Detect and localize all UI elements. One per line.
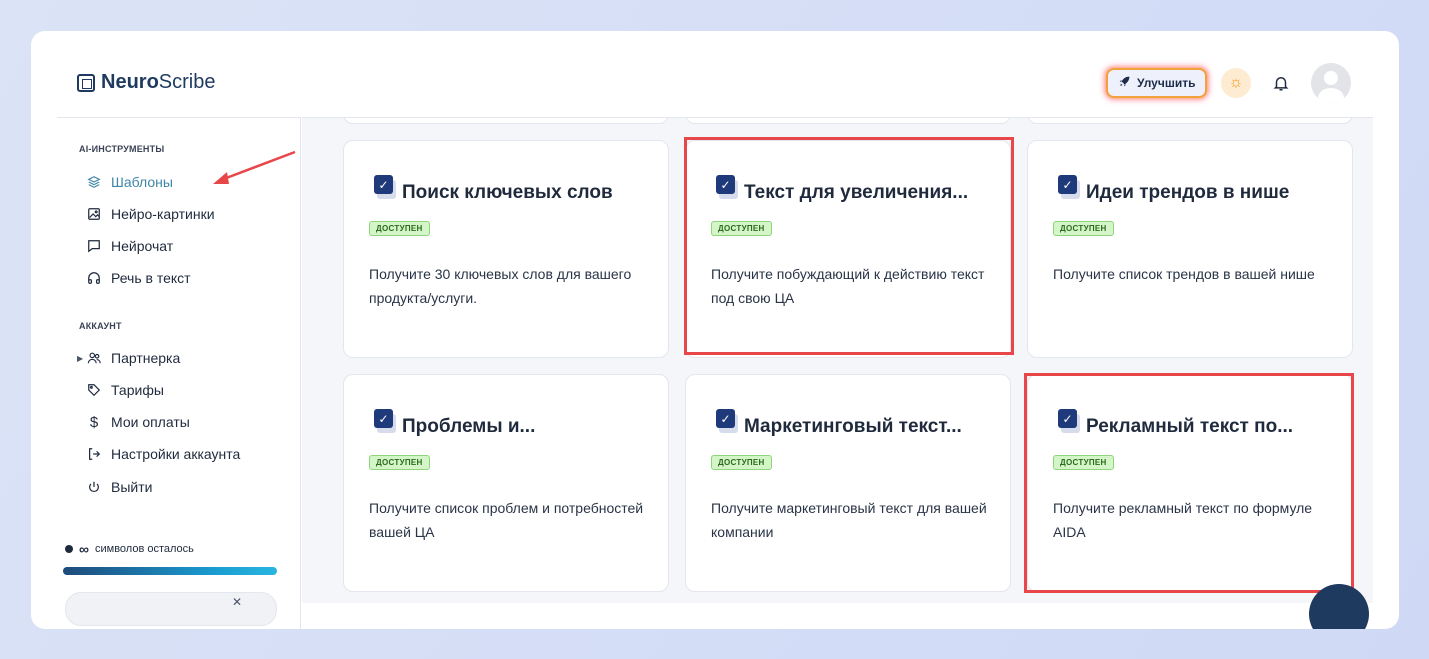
highlight-box: [684, 137, 1014, 355]
close-icon[interactable]: ✕: [232, 595, 242, 609]
sidebar-item-label: Партнерка: [111, 350, 181, 366]
power-icon: [87, 480, 101, 494]
notifications-button[interactable]: [1269, 71, 1293, 95]
card-stub: [685, 118, 1011, 124]
credits-indicator: ∞ символов осталось: [65, 541, 194, 557]
credits-text: символов осталось: [94, 543, 194, 555]
header: NeuroScribe Улучшить ☼: [31, 31, 1399, 117]
sidebar-item-templates[interactable]: Шаблоны: [87, 172, 173, 192]
sidebar-item-label: Мои оплаты: [111, 414, 190, 430]
card-description: Получите список трендов в вашей нише: [1053, 266, 1315, 282]
sidebar-item-label: Тарифы: [111, 382, 164, 398]
template-card-marketing-text[interactable]: ✓ Маркетинговый текст... ДОСТУПЕН Получи…: [685, 374, 1011, 592]
logo-bold: Neuro: [101, 71, 159, 93]
status-badge: ДОСТУПЕН: [711, 455, 772, 470]
layers-icon: [87, 175, 101, 189]
sidebar-item-label: Настройки аккаунта: [111, 446, 241, 462]
sidebar: AI-ИНСТРУМЕНТЫ Шаблоны Нейро-картинки Не…: [57, 117, 301, 629]
card-stub: [1027, 118, 1353, 124]
sidebar-item-logout[interactable]: Выйти: [87, 477, 152, 497]
card-title: Идеи трендов в нише: [1086, 182, 1290, 203]
sidebar-item-payments[interactable]: $ Мои оплаты: [87, 412, 190, 432]
section-title-account: АККАУНТ: [79, 321, 122, 331]
checkbox-icon: ✓: [1058, 175, 1080, 201]
sidebar-item-partners[interactable]: ▶ Партнерка: [77, 348, 181, 368]
card-title: Маркетинговый текст...: [744, 416, 962, 437]
sidebar-item-label: Шаблоны: [111, 174, 173, 190]
chat-icon: [87, 239, 101, 253]
caret-right-icon[interactable]: ▶: [77, 354, 83, 363]
sidebar-item-label: Речь в текст: [111, 270, 191, 286]
sidebar-item-label: Нейро-картинки: [111, 206, 215, 222]
upgrade-label: Улучшить: [1137, 76, 1196, 90]
status-badge: ДОСТУПЕН: [1053, 221, 1114, 236]
headphones-icon: [87, 271, 101, 285]
users-icon: [87, 351, 101, 365]
login-icon: [87, 447, 101, 461]
card-title: Проблемы и...: [402, 416, 536, 437]
theme-toggle[interactable]: ☼: [1221, 68, 1251, 98]
sidebar-item-neurochat[interactable]: Нейрочат: [87, 236, 173, 256]
status-dot: [65, 545, 73, 553]
upgrade-button[interactable]: Улучшить: [1106, 68, 1208, 98]
tag-icon: [87, 383, 101, 397]
sun-icon: ☼: [1228, 74, 1244, 91]
credits-symbol: ∞: [79, 541, 89, 557]
sidebar-item-account-settings[interactable]: Настройки аккаунта: [87, 444, 240, 464]
bell-icon: [1273, 77, 1289, 91]
card-description: Получите маркетинговый текст для вашей к…: [711, 500, 987, 540]
templates-grid: ✓ Поиск ключевых слов ДОСТУПЕН Получите …: [302, 117, 1373, 603]
card-title: Поиск ключевых слов: [402, 182, 613, 203]
highlight-box: [1024, 373, 1354, 593]
card-description: Получите 30 ключевых слов для вашего про…: [369, 266, 632, 306]
status-badge: ДОСТУПЕН: [369, 455, 430, 470]
checkbox-icon: ✓: [374, 175, 396, 201]
template-card-problems[interactable]: ✓ Проблемы и... ДОСТУПЕН Получите список…: [343, 374, 669, 592]
logo[interactable]: NeuroScribe: [77, 71, 216, 94]
app-window: NeuroScribe Улучшить ☼ AI-ИНСТРУМЕНТЫ Ша…: [31, 31, 1399, 629]
logo-icon: [77, 73, 95, 92]
sidebar-item-neuro-images[interactable]: Нейро-картинки: [87, 204, 215, 224]
dollar-icon: $: [89, 413, 99, 431]
card-stub: [343, 118, 669, 124]
credits-progress-bar: [63, 567, 277, 575]
rocket-icon: [1118, 75, 1131, 91]
template-card-keywords[interactable]: ✓ Поиск ключевых слов ДОСТУПЕН Получите …: [343, 140, 669, 358]
card-description: Получите список проблем и потребностей в…: [369, 500, 644, 540]
section-title-tools: AI-ИНСТРУМЕНТЫ: [79, 144, 165, 154]
sidebar-bottom-widget[interactable]: ✕: [65, 592, 277, 626]
template-card-trends[interactable]: ✓ Идеи трендов в нише ДОСТУПЕН Получите …: [1027, 140, 1353, 358]
logo-light: Scribe: [158, 71, 216, 93]
status-badge: ДОСТУПЕН: [369, 221, 430, 236]
avatar[interactable]: [1311, 63, 1351, 103]
annotation-arrow: [213, 150, 296, 184]
sidebar-item-label: Выйти: [111, 479, 153, 495]
sidebar-item-tariffs[interactable]: Тарифы: [87, 380, 164, 400]
sidebar-item-speech-to-text[interactable]: Речь в текст: [87, 268, 191, 288]
image-icon: [87, 207, 101, 221]
checkbox-icon: ✓: [716, 409, 738, 435]
checkbox-icon: ✓: [374, 409, 396, 435]
sidebar-item-label: Нейрочат: [111, 238, 174, 254]
